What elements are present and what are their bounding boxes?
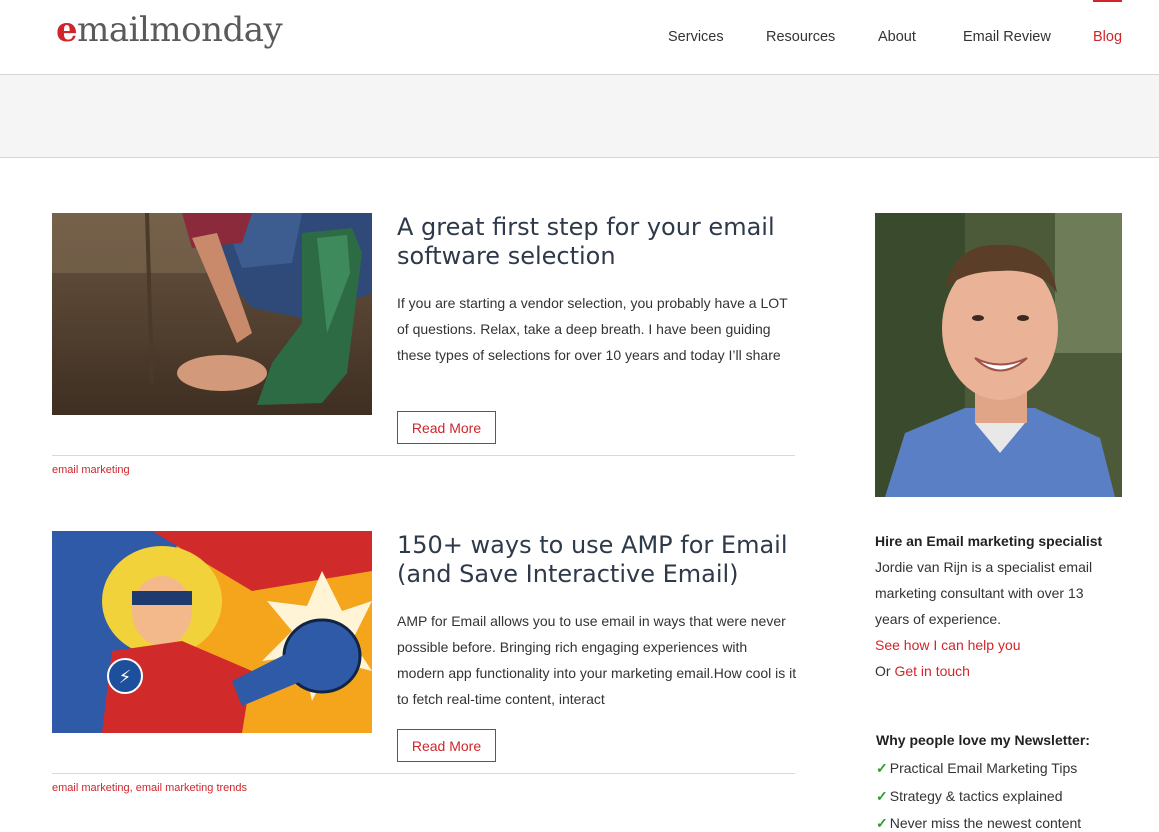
contact-link[interactable]: Get in touch [894, 663, 970, 679]
post-divider [52, 773, 795, 774]
read-more-button[interactable]: Read More [397, 411, 496, 444]
nav-services[interactable]: Services [668, 29, 724, 45]
category-link[interactable]: email marketing [52, 782, 130, 794]
hire-heading: Hire an Email marketing specialist [875, 533, 1103, 549]
post-thumbnail-superhero[interactable]: ⚡ [52, 531, 372, 733]
check-icon: ✓ [876, 788, 888, 804]
check-icon: ✓ [876, 760, 888, 776]
post-excerpt: AMP for Email allows you to use email in… [397, 613, 797, 707]
post-title[interactable]: A great first step for your email softwa… [397, 213, 797, 271]
newsletter-benefit: ✓ Practical Email Marketing Tips [876, 760, 1077, 777]
newsletter-benefit: ✓ Strategy & tactics explained [876, 788, 1063, 805]
active-nav-indicator [1093, 0, 1122, 2]
main-nav: Services Resources About Email Review Bl… [0, 29, 1159, 49]
or-text: Or [875, 663, 895, 679]
nav-blog[interactable]: Blog [1093, 29, 1122, 45]
nav-email-review[interactable]: Email Review [963, 29, 1051, 45]
newsletter-heading: Why people love my Newsletter: [876, 732, 1090, 748]
category-link[interactable]: email marketing trends [136, 782, 247, 794]
category-link[interactable]: email marketing [52, 464, 130, 476]
site-header: emailmonday Services Resources About Ema… [0, 0, 1159, 75]
nav-about[interactable]: About [878, 29, 916, 45]
post-thumbnail-planting[interactable] [52, 213, 372, 415]
post-categories: email marketing [52, 464, 130, 476]
post-divider [52, 455, 795, 456]
nav-resources[interactable]: Resources [766, 29, 835, 45]
post-categories: email marketing, email marketing trends [52, 782, 247, 794]
author-portrait [875, 213, 1122, 497]
help-link[interactable]: See how I can help you [875, 637, 1021, 653]
newsletter-benefit-text: Practical Email Marketing Tips [889, 760, 1078, 776]
newsletter-benefit: ✓ Never miss the newest content [876, 815, 1081, 832]
svg-text:⚡: ⚡ [119, 667, 132, 688]
newsletter-benefit-text: Strategy & tactics explained [889, 788, 1063, 804]
post-excerpt: If you are starting a vendor selection, … [397, 295, 788, 363]
author-bio: Jordie van Rijn is a specialist email ma… [875, 559, 1093, 627]
post-title[interactable]: 150+ ways to use AMP for Email (and Save… [397, 531, 797, 589]
page-title-bar [0, 75, 1159, 158]
hire-specialist-block: Hire an Email marketing specialist Jordi… [875, 528, 1135, 684]
read-more-button[interactable]: Read More [397, 729, 496, 762]
